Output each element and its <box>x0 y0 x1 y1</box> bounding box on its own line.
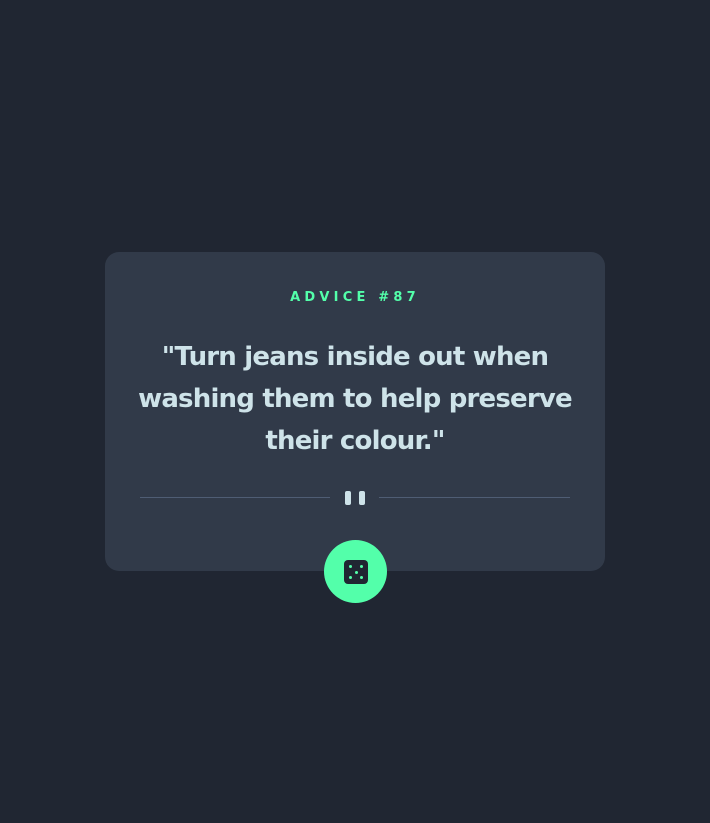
divider <box>140 490 570 506</box>
advice-quote: "Turn jeans inside out when washing them… <box>138 342 573 456</box>
generate-advice-button[interactable] <box>324 540 387 603</box>
advice-card: ADVICE #87 "Turn jeans inside out when w… <box>105 252 605 571</box>
advice-id-label: ADVICE #87 <box>290 290 420 305</box>
pause-icon <box>359 491 365 505</box>
divider-line-right <box>379 497 570 498</box>
dice-icon <box>344 560 368 584</box>
divider-line-left <box>140 497 330 498</box>
pause-icon <box>345 491 351 505</box>
